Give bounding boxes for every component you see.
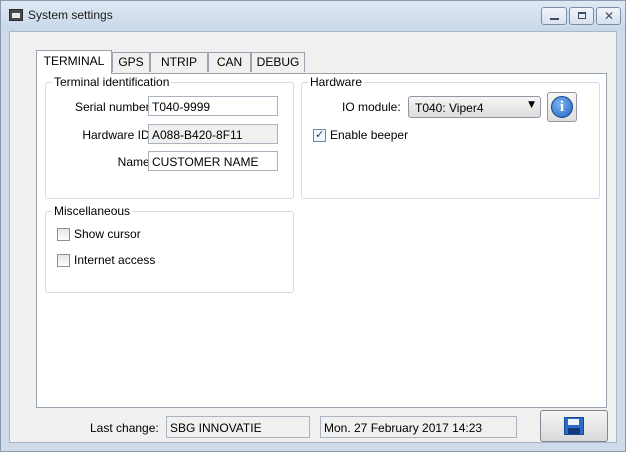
minimize-button[interactable] xyxy=(541,7,567,25)
terminal-tab-page: Terminal identification Serial number: T… xyxy=(36,73,607,408)
hardware-group: Hardware IO module: T040: Viper4 ▼ i ✓ E… xyxy=(301,75,600,199)
hardware-legend: Hardware xyxy=(308,75,365,89)
chevron-down-icon: ▼ xyxy=(528,100,535,110)
tab-terminal[interactable]: TERMINAL xyxy=(36,50,112,74)
title-bar[interactable]: System settings ✕ xyxy=(1,1,625,31)
enable-beeper-label[interactable]: Enable beeper xyxy=(330,128,408,142)
window-title: System settings xyxy=(28,8,113,22)
io-module-label: IO module: xyxy=(342,100,401,114)
internet-access-label[interactable]: Internet access xyxy=(74,253,155,267)
maximize-icon xyxy=(578,12,586,19)
internet-access-checkbox[interactable] xyxy=(57,254,70,267)
last-change-label: Last change: xyxy=(90,421,159,435)
enable-beeper-checkbox[interactable]: ✓ xyxy=(313,128,326,142)
tab-ntrip[interactable]: NTRIP xyxy=(150,52,208,72)
serial-number-label: Serial number: xyxy=(74,100,153,114)
show-cursor-label[interactable]: Show cursor xyxy=(74,227,141,241)
floppy-disk-icon xyxy=(564,417,584,435)
hardware-id-label: Hardware ID: xyxy=(82,128,153,142)
dialog-body: TERMINAL GPS NTRIP CAN DEBUG Terminal id… xyxy=(9,31,617,443)
miscellaneous-group: Miscellaneous Show cursor Internet acces… xyxy=(45,204,294,293)
terminal-identification-group: Terminal identification Serial number: T… xyxy=(45,75,294,199)
miscellaneous-legend: Miscellaneous xyxy=(52,204,133,218)
tab-can[interactable]: CAN xyxy=(208,52,251,72)
last-change-date-field: Mon. 27 February 2017 14:23 xyxy=(320,416,517,438)
system-settings-window: System settings ✕ TERMINAL GPS NTRIP CAN… xyxy=(0,0,626,452)
maximize-button[interactable] xyxy=(569,7,594,25)
io-module-selected: T040: Viper4 xyxy=(415,101,484,115)
hardware-id-field: A088-B420-8F11 xyxy=(148,124,278,144)
io-module-info-button[interactable]: i xyxy=(547,92,577,122)
tab-debug[interactable]: DEBUG xyxy=(251,52,305,72)
close-icon: ✕ xyxy=(604,9,615,23)
checkmark-icon: ✓ xyxy=(315,128,325,141)
window-icon xyxy=(9,9,23,21)
save-button[interactable] xyxy=(540,410,608,442)
close-button[interactable]: ✕ xyxy=(596,7,621,25)
tab-gps[interactable]: GPS xyxy=(112,52,150,72)
serial-number-field[interactable]: T040-9999 xyxy=(148,96,278,116)
name-field[interactable]: CUSTOMER NAME xyxy=(148,151,278,171)
last-change-user-field: SBG INNOVATIE xyxy=(166,416,310,438)
show-cursor-checkbox[interactable] xyxy=(57,228,70,241)
minimize-icon xyxy=(550,18,559,20)
io-module-dropdown[interactable]: T040: Viper4 ▼ xyxy=(408,96,541,118)
info-icon: i xyxy=(551,96,573,118)
terminal-identification-legend: Terminal identification xyxy=(52,75,172,89)
